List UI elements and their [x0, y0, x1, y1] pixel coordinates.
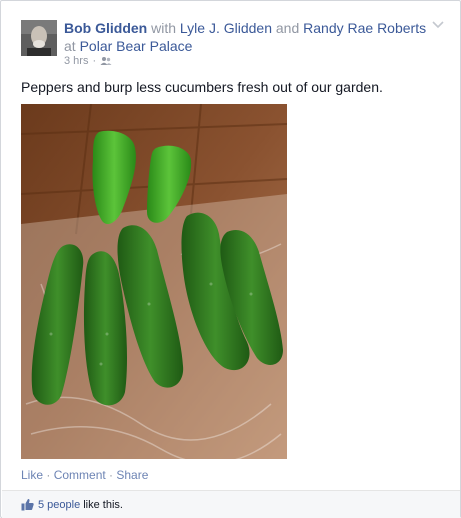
and-text: and [275, 20, 300, 36]
post-photo[interactable] [21, 104, 287, 459]
share-link[interactable]: Share [116, 468, 148, 482]
action-separator: · [105, 468, 117, 482]
at-text: at [64, 38, 76, 54]
tagged-person-2[interactable]: Randy Rae Roberts [303, 20, 426, 36]
author-name[interactable]: Bob Glidden [64, 20, 147, 36]
post-text: Peppers and burp less cucumbers fresh ou… [21, 79, 383, 95]
post-header: Bob Glidden with Lyle J. Glidden and Ran… [64, 19, 434, 55]
post-actions: Like · Comment · Share [21, 468, 148, 482]
avatar[interactable] [21, 20, 57, 56]
action-separator: · [43, 468, 54, 482]
meta-separator: · [92, 55, 97, 67]
post-meta: 3 hrs · [64, 55, 112, 67]
comment-link[interactable]: Comment [54, 468, 106, 482]
likes-summary: 5 people like this. [2, 490, 460, 518]
location-link[interactable]: Polar Bear Palace [80, 38, 193, 54]
timestamp[interactable]: 3 hrs [64, 55, 88, 67]
likes-suffix: like this. [83, 498, 123, 511]
like-link[interactable]: Like [21, 468, 43, 482]
thumbs-up-icon [21, 498, 34, 511]
with-text: with [151, 20, 177, 36]
chevron-down-icon[interactable] [432, 21, 444, 29]
post-card: Bob Glidden with Lyle J. Glidden and Ran… [0, 0, 461, 518]
tagged-person-1[interactable]: Lyle J. Glidden [180, 20, 272, 36]
likes-count-link[interactable]: 5 people [38, 499, 80, 511]
friends-icon[interactable] [100, 56, 112, 66]
